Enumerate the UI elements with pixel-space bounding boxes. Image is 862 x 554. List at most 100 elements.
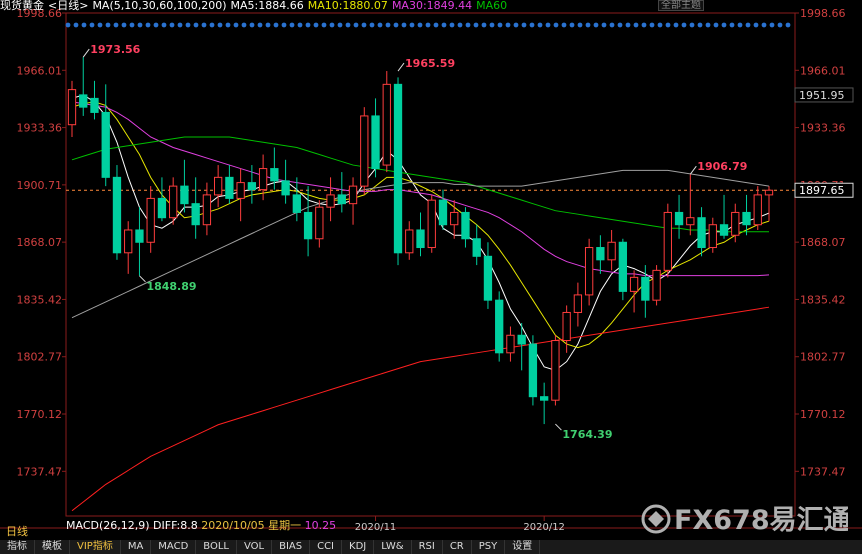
event-dot [289,22,295,28]
event-dot [769,22,775,28]
event-dot [777,22,783,28]
event-dot [529,22,535,28]
event-dot [697,22,703,28]
event-dot [657,22,663,28]
y-tick-label-right: 1998.66 [800,7,846,20]
event-dot [753,22,759,28]
event-dot [457,22,463,28]
event-dot [721,22,727,28]
indicator-tab-bar: 指标 模板 VIP指标 MA MACD BOLL VOL BIAS CCI KDJ LW& RSI CR… [0,540,862,554]
annotation-label: 1848.89 [146,280,196,293]
indicator-tab[interactable]: 模板 [35,540,70,554]
watermark-text: FX678易汇通 [674,505,848,536]
y-tick-label-left: 1900.71 [17,179,63,192]
ma-params-label: MA(5,10,30,60,100,200) [92,0,227,12]
y-tick-label-right: 1802.77 [800,351,846,364]
candle-body [169,185,178,219]
event-dot [433,22,439,28]
event-dot [465,22,471,28]
candle-body [461,211,470,240]
indicator-tab[interactable]: KDJ [342,540,375,554]
annotation-pointer [555,423,562,431]
indicator-tab[interactable]: BIAS [272,540,311,554]
candle-body [405,229,414,254]
indicator-tab[interactable]: LW& [374,540,412,554]
candle-body [191,203,200,226]
candle-body [528,343,538,398]
event-dot [561,22,567,28]
indicator-tab[interactable]: MA [121,540,152,554]
event-dot [193,22,199,28]
event-dot [513,22,519,28]
indicator-tab[interactable]: BOLL [196,540,237,554]
y-tick-label-left: 1835.42 [17,293,63,306]
candle-body [618,241,628,292]
macd-dea: 10.25 [304,519,337,532]
candle-body [742,211,751,226]
ma60-value: MA60 [476,0,508,12]
indicator-tab[interactable]: CCI [310,540,343,554]
indicator-tab[interactable]: 设置 [505,540,541,554]
event-dot [577,22,583,28]
candle-body [416,229,425,249]
candle-body [382,83,391,166]
indicator-tab[interactable]: CR [443,540,472,554]
event-dot [609,22,615,28]
candle-body [764,189,774,196]
event-dot [81,22,87,28]
indicator-tab[interactable]: PSY [472,540,506,554]
event-dot [489,22,495,28]
event-dot [761,22,767,28]
event-dot [73,22,79,28]
event-dot [401,22,407,28]
candle-body [686,217,695,226]
indicator-tab[interactable]: RSI [412,540,443,554]
candle-body [112,176,122,254]
candle-body [663,211,672,271]
event-dot [65,22,71,28]
y-tick-label-left: 1868.07 [17,236,63,249]
candle-body [135,229,144,243]
event-dot [313,22,319,28]
event-dot [689,22,695,28]
event-dot [89,22,95,28]
macd-readout: MACD(26,12,9) DIFF:8.8 2020/10/05 星期一 10… [66,517,336,533]
indicator-tab[interactable]: VOL [237,540,273,554]
instrument-name[interactable]: 现货黄金 [0,0,44,12]
candle-body [674,211,684,226]
annotation-pointer [397,62,405,72]
event-dot [145,22,151,28]
candle-body [753,194,762,226]
event-dot [505,22,511,28]
ma30-value: MA30:1849.44 [391,0,473,12]
marker-price-label: 1951.95 [799,89,845,102]
period-label[interactable]: <日线> [48,0,88,12]
candle-body [258,168,268,191]
candle-body [495,299,504,354]
plot-frame [65,12,796,517]
theme-button[interactable]: 全部主题 [658,0,704,11]
candle-body [180,185,189,205]
indicator-tab[interactable]: MACD [151,540,197,554]
x-tick-label: 2020/12 [523,522,565,533]
event-dot [417,22,423,28]
event-dot [281,22,287,28]
candle-body [517,334,526,345]
y-tick-label-right: 1770.12 [800,408,846,421]
event-dot [249,22,255,28]
candle-body [629,276,639,292]
event-dot [137,22,143,28]
candle-body [607,241,616,261]
event-dot [593,22,599,28]
event-dot [161,22,167,28]
y-tick-label-right: 1933.36 [800,122,846,135]
candle-body [652,269,661,301]
event-dot [617,22,623,28]
y-tick-label-left: 1737.47 [17,465,63,478]
indicator-tab[interactable]: VIP指标 [70,540,121,554]
candle-body [315,206,324,240]
indicator-tab[interactable]: 指标 [0,540,35,554]
candle-body [101,111,110,178]
event-dot [393,22,399,28]
y-tick-label-right: 1737.47 [800,465,846,478]
